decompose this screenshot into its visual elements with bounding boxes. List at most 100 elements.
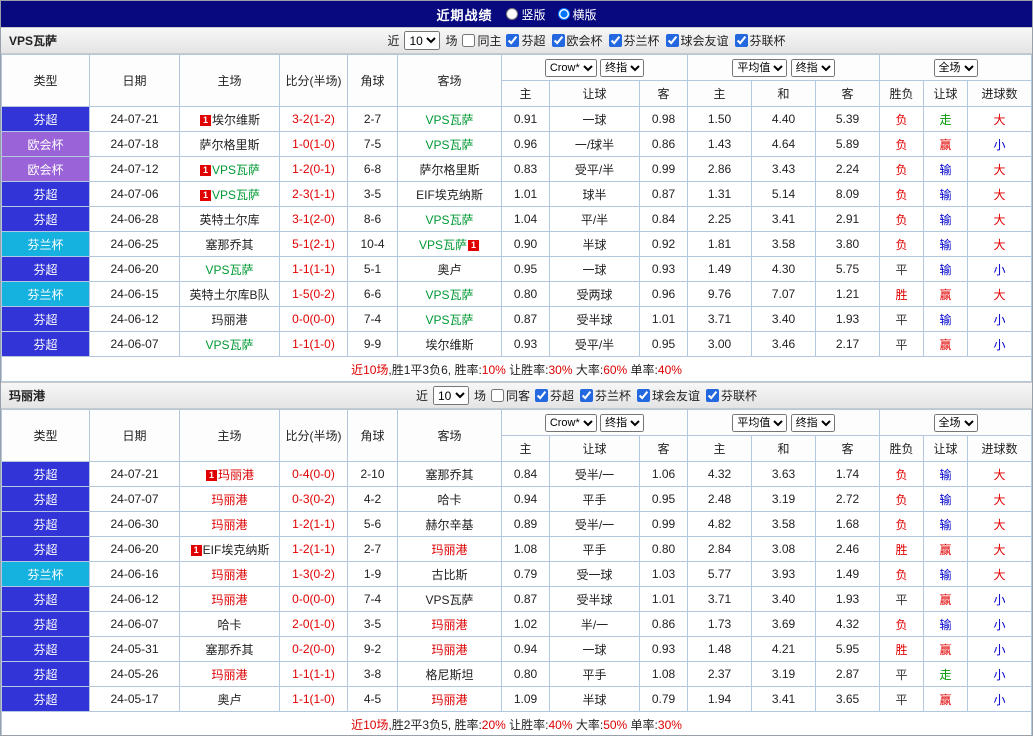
scope-select[interactable]: 全场	[933, 58, 978, 77]
match-row[interactable]: 芬超 24-06-07 哈卡 2-0(1-0) 3-5 玛丽港 1.02 半/一…	[1, 611, 1032, 637]
match-row[interactable]: 欧会杯 24-07-12 1 VPS瓦萨 1-2(0-1) 6-8 萨尔格里斯 0…	[1, 156, 1032, 182]
competition-checkbox[interactable]	[534, 389, 548, 402]
away-team-cell[interactable]: 格尼斯坦	[397, 661, 502, 687]
home-team-cell[interactable]: 1 VPS瓦萨	[179, 156, 280, 182]
venue-checkbox[interactable]	[490, 389, 504, 402]
average-select[interactable]: 平均值	[732, 58, 788, 77]
home-team-cell[interactable]: VPS瓦萨	[179, 256, 280, 282]
competition-filter[interactable]: 芬联杯	[706, 387, 757, 404]
competition-filter[interactable]: 芬联杯	[734, 32, 786, 49]
match-row[interactable]: 芬超 24-06-12 玛丽港 0-0(0-0) 7-4 VPS瓦萨 0.87 …	[1, 306, 1032, 332]
away-team-cell[interactable]: VPS瓦萨	[397, 206, 502, 232]
away-team-cell[interactable]: 埃尔维斯	[397, 331, 502, 357]
match-row[interactable]: 欧会杯 24-07-18 萨尔格里斯 1-0(1-0) 7-5 VPS瓦萨 0.…	[1, 131, 1032, 157]
away-team-cell[interactable]: 古比斯	[397, 561, 502, 587]
average-select[interactable]: 平均值	[732, 413, 788, 432]
view-radio[interactable]	[557, 8, 570, 20]
home-team-cell[interactable]: 1 EIF埃克纳斯	[179, 536, 280, 562]
home-team-cell[interactable]: VPS瓦萨	[179, 331, 280, 357]
competition-checkbox[interactable]	[551, 34, 565, 47]
away-team-cell[interactable]: 萨尔格里斯	[397, 156, 502, 182]
away-team-cell[interactable]: EIF埃克纳斯	[397, 181, 502, 207]
away-team-cell[interactable]: 奥卢	[397, 256, 502, 282]
away-team-cell[interactable]: VPS瓦萨	[397, 306, 502, 332]
match-row[interactable]: 芬超 24-05-31 塞那乔其 0-2(0-0) 9-2 玛丽港 0.94 一…	[1, 636, 1032, 662]
away-team-cell[interactable]: 玛丽港	[397, 636, 502, 662]
competition-filter[interactable]: 芬兰杯	[580, 387, 631, 404]
competition-checkbox[interactable]	[580, 389, 593, 402]
bookmaker-select[interactable]: Crow*	[544, 413, 597, 432]
away-team-cell[interactable]: VPS瓦萨	[397, 131, 502, 157]
away-team-cell[interactable]: 塞那乔其	[397, 461, 502, 487]
date-cell: 24-06-07	[89, 611, 180, 637]
scope-select[interactable]: 全场	[933, 413, 978, 432]
venue-filter[interactable]: 同主	[462, 32, 501, 49]
competition-filter[interactable]: 芬兰杯	[608, 32, 660, 49]
match-count-select[interactable]: 10	[432, 386, 469, 405]
match-row[interactable]: 芬超 24-07-21 1 埃尔维斯 3-2(1-2) 2-7 VPS瓦萨 0.9…	[1, 106, 1032, 132]
away-team-cell[interactable]: 玛丽港	[397, 536, 502, 562]
venue-checkbox[interactable]	[462, 34, 476, 47]
competition-checkbox[interactable]	[608, 34, 622, 47]
competition-filter[interactable]: 芬超	[534, 387, 574, 404]
match-row[interactable]: 芬超 24-06-30 玛丽港 1-2(1-1) 5-6 赫尔辛基 0.89 受…	[1, 511, 1032, 537]
match-row[interactable]: 芬超 24-05-26 玛丽港 1-1(1-1) 3-8 格尼斯坦 0.80 平…	[1, 661, 1032, 687]
away-team-cell[interactable]: 赫尔辛基	[397, 511, 502, 537]
match-row[interactable]: 芬超 24-07-21 1 玛丽港 0-4(0-0) 2-10 塞那乔其 0.84…	[1, 461, 1032, 487]
home-team-cell[interactable]: 玛丽港	[179, 486, 280, 512]
home-team-cell[interactable]: 1 埃尔维斯	[179, 106, 280, 132]
competition-filter[interactable]: 芬超	[506, 32, 546, 49]
away-team-cell[interactable]: VPS瓦萨	[397, 586, 502, 612]
match-row[interactable]: 芬超 24-06-28 英特土尔库 3-1(2-0) 8-6 VPS瓦萨 1.0…	[1, 206, 1032, 232]
competition-checkbox[interactable]	[706, 389, 720, 402]
home-team-cell[interactable]: 英特土尔库	[179, 206, 280, 232]
avg-stage-select[interactable]: 终指	[790, 413, 835, 432]
home-team-cell[interactable]: 英特土尔库B队	[179, 281, 280, 307]
match-row[interactable]: 芬超 24-05-17 奥卢 1-1(1-0) 4-5 玛丽港 1.09 半球 …	[1, 686, 1032, 712]
home-team-cell[interactable]: 塞那乔其	[179, 231, 280, 257]
match-row[interactable]: 芬超 24-07-06 1 VPS瓦萨 2-3(1-1) 3-5 EIF埃克纳斯 …	[1, 181, 1032, 207]
match-count-select[interactable]: 10	[404, 31, 441, 50]
away-team-cell[interactable]: 哈卡	[397, 486, 502, 512]
home-team-cell[interactable]: 玛丽港	[179, 306, 280, 332]
away-team-cell[interactable]: VPS瓦萨	[397, 281, 502, 307]
league-cell: 芬超	[1, 586, 90, 612]
odds-stage-select[interactable]: 终指	[600, 413, 645, 432]
home-team-cell[interactable]: 塞那乔其	[179, 636, 280, 662]
venue-filter[interactable]: 同客	[490, 387, 530, 404]
odds-stage-select[interactable]: 终指	[600, 58, 645, 77]
bookmaker-select[interactable]: Crow*	[544, 58, 597, 77]
home-team-cell[interactable]: 玛丽港	[179, 586, 280, 612]
away-team-cell[interactable]: 玛丽港	[397, 686, 502, 712]
home-team-cell[interactable]: 玛丽港	[179, 661, 280, 687]
competition-checkbox[interactable]	[506, 34, 520, 47]
home-team-cell[interactable]: 玛丽港	[179, 511, 280, 537]
home-team-cell[interactable]: 1 VPS瓦萨	[179, 181, 280, 207]
match-row[interactable]: 芬超 24-06-12 玛丽港 0-0(0-0) 7-4 VPS瓦萨 0.87 …	[1, 586, 1032, 612]
view-radio[interactable]	[506, 8, 519, 20]
home-team-cell[interactable]: 奥卢	[179, 686, 280, 712]
competition-checkbox[interactable]	[734, 34, 748, 47]
competition-checkbox[interactable]	[637, 389, 651, 402]
home-team-cell[interactable]: 哈卡	[179, 611, 280, 637]
match-row[interactable]: 芬超 24-06-20 VPS瓦萨 1-1(1-1) 5-1 奥卢 0.95 一…	[1, 256, 1032, 282]
match-row[interactable]: 芬兰杯 24-06-25 塞那乔其 5-1(2-1) 10-4 VPS瓦萨 1 0…	[1, 231, 1032, 257]
match-row[interactable]: 芬超 24-06-20 1 EIF埃克纳斯 1-2(1-1) 2-7 玛丽港 1.…	[1, 536, 1032, 562]
competition-filter[interactable]: 球会友谊	[665, 32, 729, 49]
view-option[interactable]: 竖版	[506, 6, 546, 23]
match-row[interactable]: 芬超 24-06-07 VPS瓦萨 1-1(1-0) 9-9 埃尔维斯 0.93…	[1, 331, 1032, 357]
match-row[interactable]: 芬超 24-07-07 玛丽港 0-3(0-2) 4-2 哈卡 0.94 平手 …	[1, 486, 1032, 512]
competition-filter[interactable]: 欧会杯	[551, 32, 603, 49]
away-team-cell[interactable]: VPS瓦萨	[397, 106, 502, 132]
away-team-cell[interactable]: VPS瓦萨 1	[397, 231, 502, 257]
match-row[interactable]: 芬兰杯 24-06-16 玛丽港 1-3(0-2) 1-9 古比斯 0.79 受…	[1, 561, 1032, 587]
home-team-cell[interactable]: 玛丽港	[179, 561, 280, 587]
view-option[interactable]: 横版	[557, 6, 597, 23]
avg-stage-select[interactable]: 终指	[790, 58, 835, 77]
away-team-cell[interactable]: 玛丽港	[397, 611, 502, 637]
competition-checkbox[interactable]	[665, 34, 679, 47]
competition-filter[interactable]: 球会友谊	[637, 387, 700, 404]
home-team-cell[interactable]: 1 玛丽港	[179, 461, 280, 487]
home-team-cell[interactable]: 萨尔格里斯	[179, 131, 280, 157]
match-row[interactable]: 芬兰杯 24-06-15 英特土尔库B队 1-5(0-2) 6-6 VPS瓦萨 …	[1, 281, 1032, 307]
